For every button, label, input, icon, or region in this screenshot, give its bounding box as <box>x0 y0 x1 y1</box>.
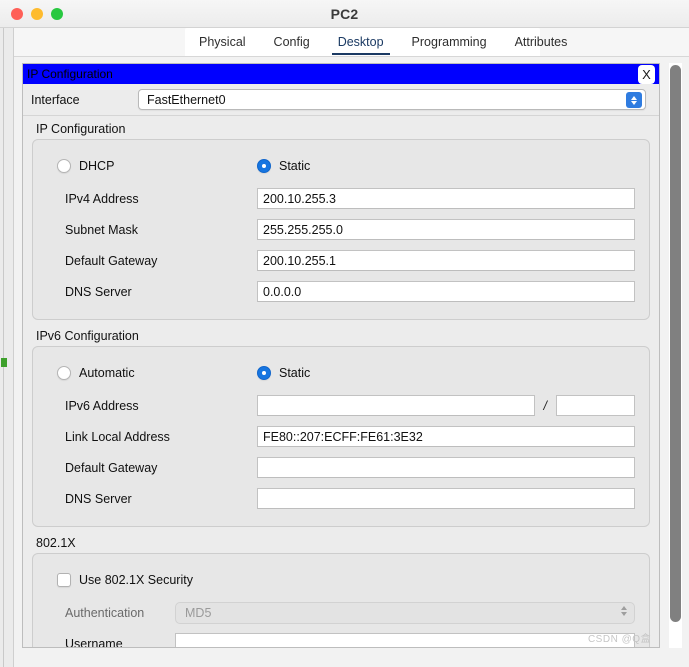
ipv4-mode-dhcp[interactable]: DHCP <box>57 159 257 173</box>
panel-scrollbar[interactable] <box>669 63 682 648</box>
ipv6-mode-automatic[interactable]: Automatic <box>57 366 257 380</box>
ipv4-group-box: DHCP Static IPv4 Address 200.10.255.3 Su… <box>32 139 650 320</box>
tabbar: Physical Config Desktop Programming Attr… <box>14 28 689 56</box>
username-input[interactable] <box>175 633 635 647</box>
ipv4-subnet-input[interactable]: 255.255.255.0 <box>257 219 635 240</box>
ipv6-group-box: Automatic Static IPv6 Address / Link Loc… <box>32 346 650 527</box>
ipv4-address-input[interactable]: 200.10.255.3 <box>257 188 635 209</box>
interface-select[interactable]: FastEthernet0 <box>138 89 646 110</box>
tabs: Physical Config Desktop Programming Attr… <box>185 28 581 56</box>
window-titlebar: PC2 <box>0 0 689 28</box>
security-group: 802.1X Use 802.1X Security Authenticatio… <box>32 536 650 648</box>
dialog-title: IP Configuration <box>27 67 113 81</box>
ipv6-group: IPv6 Configuration Automatic Static IPv6… <box>32 329 650 527</box>
ipv4-dns-label: DNS Server <box>65 284 132 299</box>
ipv4-subnet-row: Subnet Mask 255.255.255.0 <box>47 214 635 245</box>
ipv6-mode-static[interactable]: Static <box>257 366 310 380</box>
ipv4-mode-static-label: Static <box>279 159 311 173</box>
stepper-arrows-icon[interactable] <box>626 92 642 108</box>
tab-desktop[interactable]: Desktop <box>324 28 398 56</box>
radio-unchecked-icon[interactable] <box>57 159 71 173</box>
ipv6-gateway-row: Default Gateway <box>47 452 635 483</box>
ipv6-mode-automatic-label: Automatic <box>79 366 135 380</box>
ipv4-dns-input[interactable]: 0.0.0.0 <box>257 281 635 302</box>
radio-checked-icon[interactable] <box>257 366 271 380</box>
authentication-select-value: MD5 <box>185 605 212 620</box>
dialog-titlebar: IP Configuration X <box>23 64 659 84</box>
ipv4-gateway-label: Default Gateway <box>65 253 158 268</box>
ipv4-mode-row: DHCP Static <box>47 151 635 181</box>
ipv6-group-label: IPv6 Configuration <box>36 329 139 343</box>
ipv6-gateway-input[interactable] <box>257 457 635 478</box>
app-left-strip <box>0 28 14 667</box>
radio-unchecked-icon[interactable] <box>57 366 71 380</box>
mac-window: PC2 Physical Config Desktop Programming … <box>0 0 689 667</box>
tab-attributes[interactable]: Attributes <box>501 28 582 56</box>
watermark: CSDN @Q盒 <box>587 634 651 645</box>
ipv6-address-row: IPv6 Address / <box>47 390 635 421</box>
interface-row: Interface FastEthernet0 <box>23 84 659 116</box>
ip-configuration-dialog: IP Configuration X Interface FastEtherne… <box>23 64 659 648</box>
window-title: PC2 <box>330 6 359 22</box>
tab-physical[interactable]: Physical <box>185 28 260 56</box>
tab-config[interactable]: Config <box>260 28 324 56</box>
app-body: Physical Config Desktop Programming Attr… <box>0 28 689 667</box>
status-marker <box>1 358 7 367</box>
interface-select-value: FastEthernet0 <box>147 92 226 107</box>
stepper-arrows-icon <box>621 605 627 616</box>
security-group-box: Use 802.1X Security Authentication MD5 U… <box>32 553 650 648</box>
ipv4-address-label: IPv4 Address <box>65 191 139 206</box>
ipv4-mode-static[interactable]: Static <box>257 159 310 173</box>
ipv6-prefix-separator: / <box>543 398 547 413</box>
ipv6-mode-row: Automatic Static <box>47 358 635 388</box>
ipv4-gateway-row: Default Gateway 200.10.255.1 <box>47 245 635 276</box>
ipv4-mode-dhcp-label: DHCP <box>79 159 115 173</box>
ipv6-gateway-label: Default Gateway <box>65 460 158 475</box>
ipv4-gateway-input[interactable]: 200.10.255.1 <box>257 250 635 271</box>
username-row: Username <box>47 628 635 648</box>
use-8021x-row[interactable]: Use 802.1X Security <box>47 565 635 595</box>
authentication-label: Authentication <box>65 605 145 620</box>
ipv4-subnet-label: Subnet Mask <box>65 222 138 237</box>
desktop-panel-area: IP Configuration X Interface FastEtherne… <box>14 56 689 667</box>
username-label: Username <box>65 636 123 648</box>
authentication-row: Authentication MD5 <box>47 597 635 628</box>
desktop-panel: IP Configuration X Interface FastEtherne… <box>22 63 660 648</box>
ipv6-address-split: / <box>257 395 635 416</box>
ipv6-address-input[interactable] <box>257 395 535 416</box>
scrollbar-thumb[interactable] <box>670 65 681 622</box>
ipv6-dns-input[interactable] <box>257 488 635 509</box>
ipv6-mode-static-label: Static <box>279 366 311 380</box>
interface-label: Interface <box>31 92 80 107</box>
ipv4-dns-row: DNS Server 0.0.0.0 <box>47 276 635 307</box>
ipv4-group: IP Configuration DHCP Static IPv4 Addres… <box>32 122 650 320</box>
checkbox-unchecked-icon[interactable] <box>57 573 71 587</box>
ipv6-dns-row: DNS Server <box>47 483 635 514</box>
dialog-close-button[interactable]: X <box>638 65 655 84</box>
ipv4-group-label: IP Configuration <box>36 122 126 136</box>
ipv6-linklocal-label: Link Local Address <box>65 429 170 444</box>
dialog-content: IP Configuration DHCP Static IPv4 Addres… <box>23 116 659 648</box>
ipv4-address-row: IPv4 Address 200.10.255.3 <box>47 183 635 214</box>
security-group-label: 802.1X <box>36 536 76 550</box>
authentication-select: MD5 <box>175 601 635 624</box>
tab-programming[interactable]: Programming <box>398 28 501 56</box>
use-8021x-label: Use 802.1X Security <box>79 573 193 587</box>
radio-checked-icon[interactable] <box>257 159 271 173</box>
ipv6-linklocal-row: Link Local Address FE80::207:ECFF:FE61:3… <box>47 421 635 452</box>
ipv6-prefix-input[interactable] <box>556 395 635 416</box>
ipv6-linklocal-input[interactable]: FE80::207:ECFF:FE61:3E32 <box>257 426 635 447</box>
ipv6-dns-label: DNS Server <box>65 491 132 506</box>
ipv6-address-label: IPv6 Address <box>65 398 139 413</box>
